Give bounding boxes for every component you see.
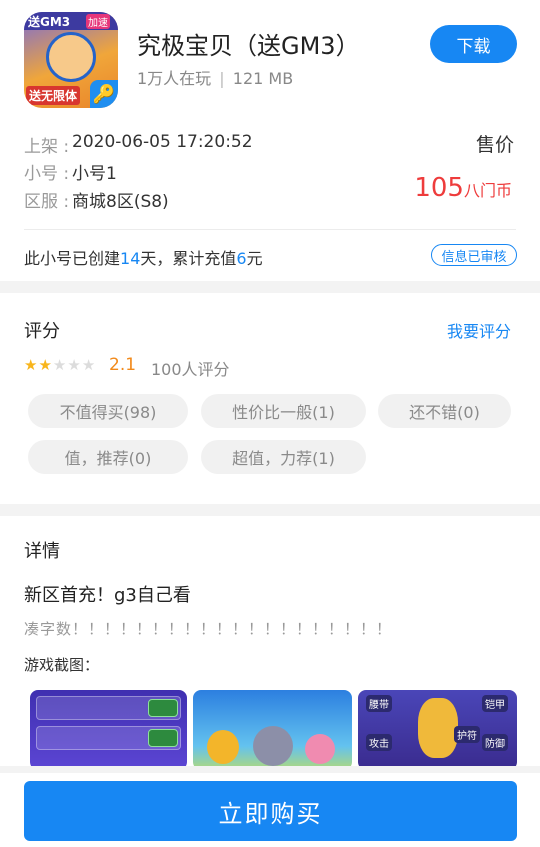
detail-title: 详情 [24,541,60,562]
listing-card: 送GM3 加速 送无限体 🔑 究极宝贝（送GM3） 1万人在玩 | 121 MB… [0,0,540,281]
account-info-line: 此小号已创建14天，累计充值6元 [24,245,263,269]
detail-text: 新区首充！g3自己看 [24,585,191,606]
star-empty-icon: ★ [81,356,97,374]
price-value: 105 [414,173,464,203]
download-button[interactable]: 下载 [430,25,517,63]
price: 105八门币 [414,173,512,203]
creature-art [305,734,335,764]
rating-tag[interactable]: 不值得买(98) [28,394,188,428]
icon-bottom-text: 送无限体 [26,86,81,105]
divider [24,229,516,230]
account-label: 小号 : [24,164,70,184]
info-days: 14 [120,249,141,268]
verified-badge: 信息已审核 [431,244,517,266]
rating-tag[interactable]: 超值，力荐(1) [201,440,366,474]
equip-slot-label: 攻击 [366,734,392,751]
server-value: 商城8区(S8) [72,192,169,212]
rating-tag[interactable]: 还不错(0) [378,394,511,428]
icon-top-text: 送GM3 [28,15,71,29]
rating-title: 评分 [24,321,60,342]
star-rating: ★★★★★ [24,356,96,374]
meta-separator: | [219,69,225,88]
price-unit: 八门币 [463,181,512,200]
rate-link[interactable]: 我要评分 [447,318,511,342]
screenshot-button-art [148,699,178,717]
star-filled-icon: ★ [38,356,53,374]
equip-slot-label: 防御 [482,734,508,751]
game-screenshot[interactable]: 腰带 铠甲 攻击 护符 防御 [358,690,517,766]
screenshot-label: 游戏截图： [24,656,100,674]
star-empty-icon: ★ [52,356,68,374]
app-title: 究极宝贝（送GM3） [137,32,360,60]
screenshot-button-art [148,729,178,747]
detail-card: 详情 新区首充！g3自己看 凑字数！！！！！！！！！！！！！！！！！！！！ 游戏… [0,516,540,766]
account-value: 小号1 [72,164,117,184]
app-meta: 1万人在玩 | 121 MB [137,65,293,89]
info-prefix: 此小号已创建 [24,249,121,268]
game-screenshot[interactable] [30,690,187,766]
rating-tag[interactable]: 值，推荐(0) [28,440,188,474]
creature-art [207,730,239,764]
creature-art [253,726,293,766]
buy-now-button[interactable]: 立即购买 [24,781,517,841]
star-empty-icon: ★ [67,356,82,374]
rating-count: 100人评分 [151,360,230,379]
rating-tag[interactable]: 性价比一般(1) [201,394,366,428]
creature-art [418,698,458,758]
info-amount: 6 [236,249,247,268]
icon-corner-text: 加速 [86,14,110,29]
equip-slot-label: 铠甲 [482,695,508,712]
star-filled-icon: ★ [24,356,39,374]
equip-slot-label: 腰带 [366,695,392,712]
server-label: 区服 : [24,192,70,212]
speed-key-icon: 🔑 [90,80,118,108]
listed-value: 2020-06-05 17:20:52 [72,132,253,152]
equip-slot-label: 护符 [454,726,480,743]
app-icon[interactable]: 送GM3 加速 送无限体 🔑 [24,12,118,108]
price-label: 售价 [476,134,515,156]
info-suffix: 元 [246,249,263,268]
app-size: 121 MB [232,69,294,88]
players-count: 1万人在玩 [137,69,212,88]
rating-score: 2.1 [109,355,137,375]
bottom-bar: 立即购买 [0,773,540,847]
game-screenshot[interactable] [193,690,352,766]
character-art [46,32,96,82]
listed-label: 上架 : [24,137,70,157]
detail-filler-text: 凑字数！！！！！！！！！！！！！！！！！！！！ [24,620,393,638]
rating-card: 评分 我要评分 ★★★★★ 2.1 100人评分 不值得买(98) 性价比一般(… [0,293,540,504]
info-mid: 天，累计充值 [140,249,237,268]
